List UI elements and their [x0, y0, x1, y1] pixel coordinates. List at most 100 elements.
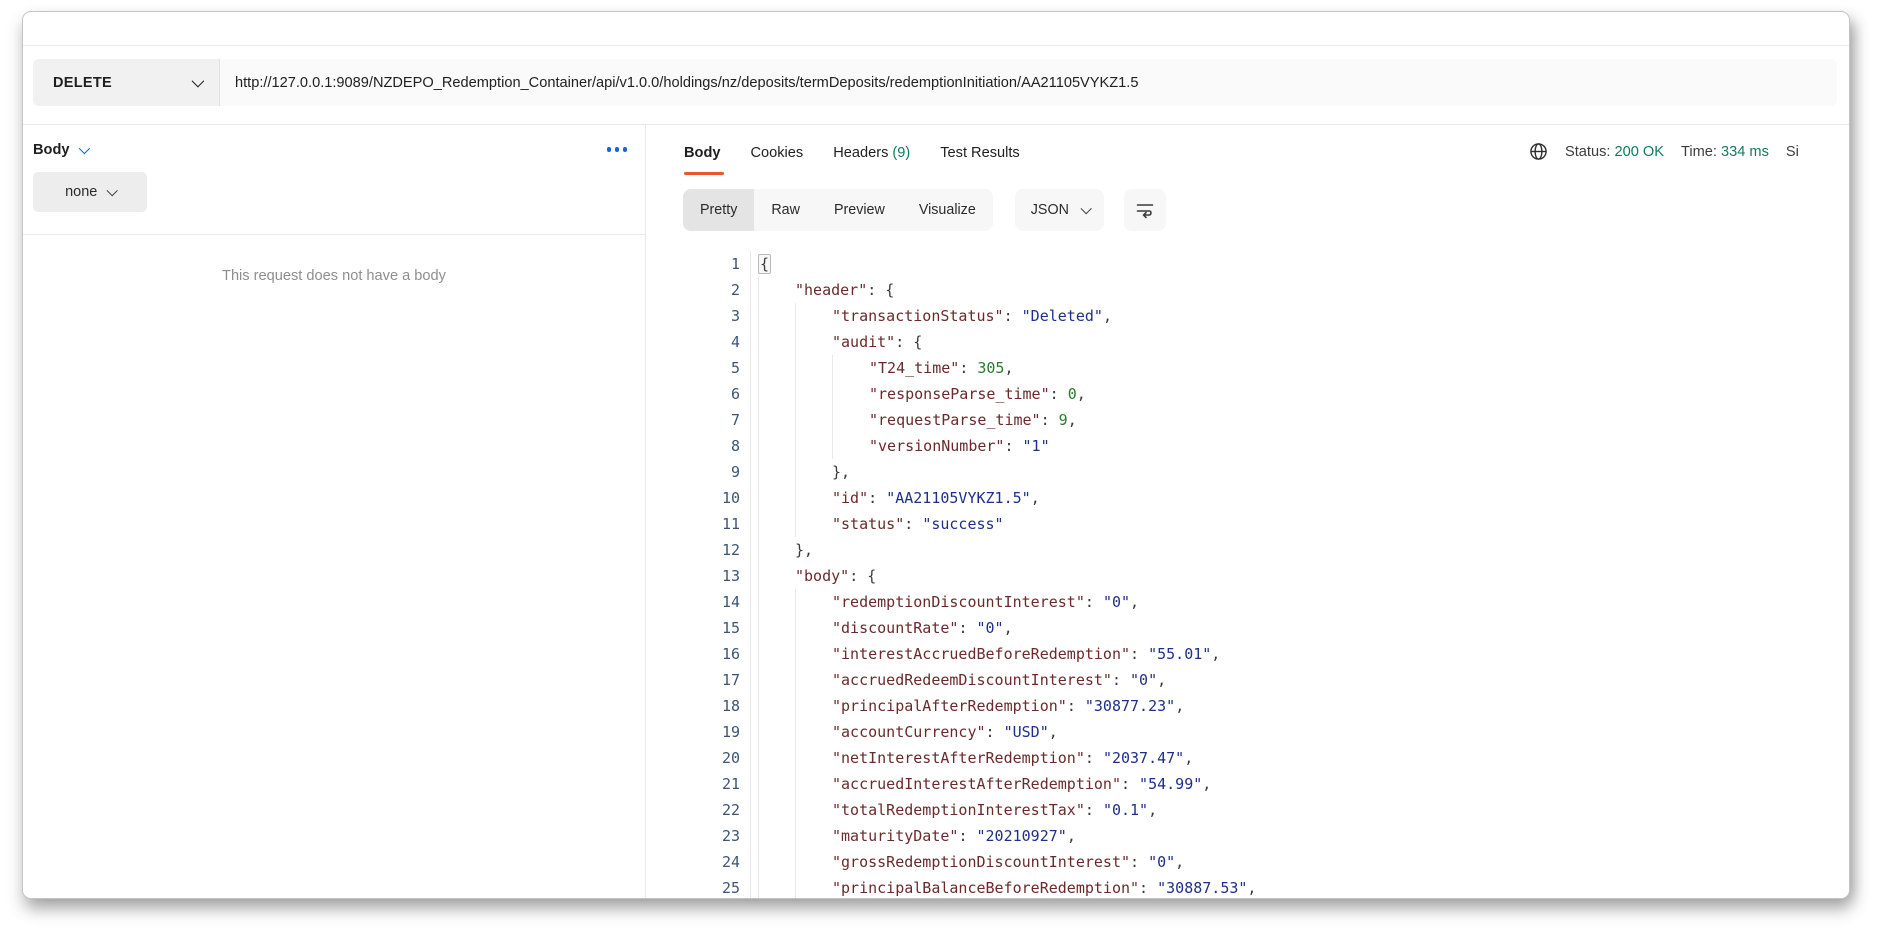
code-line: 25"principalBalanceBeforeRedemption": "3…: [646, 875, 1849, 898]
code-line: 24"grossRedemptionDiscountInterest": "0"…: [646, 849, 1849, 875]
indent-guide: [758, 277, 795, 303]
indent-guide: [795, 667, 832, 693]
code-line: 8"versionNumber": "1": [646, 433, 1849, 459]
code-line: 3"transactionStatus": "Deleted",: [646, 303, 1849, 329]
code-line: 17"accruedRedeemDiscountInterest": "0",: [646, 667, 1849, 693]
wrap-lines-button[interactable]: [1124, 189, 1166, 231]
line-number: 2: [646, 277, 751, 303]
view-pretty[interactable]: Pretty: [683, 189, 754, 231]
indent-guide: [758, 823, 795, 849]
chevron-down-icon: [107, 185, 118, 196]
line-number: 4: [646, 329, 751, 355]
tab-test-results[interactable]: Test Results: [940, 145, 1019, 175]
indent-guide: [795, 407, 832, 433]
line-number: 17: [646, 667, 751, 693]
line-number: 10: [646, 485, 751, 511]
time-indicator: Time: 334 ms: [1681, 144, 1769, 160]
code-line: 9},: [646, 459, 1849, 485]
code-line: 11"status": "success": [646, 511, 1849, 537]
indent-guide: [832, 407, 869, 433]
line-number: 23: [646, 823, 751, 849]
language-selector[interactable]: JSON: [1015, 189, 1105, 231]
indent-guide: [758, 407, 795, 433]
line-number: 12: [646, 537, 751, 563]
top-strip: [23, 12, 1849, 46]
indent-guide: [758, 511, 795, 537]
headers-count: (9): [892, 145, 910, 161]
view-raw[interactable]: Raw: [754, 189, 817, 231]
line-number: 1: [646, 251, 751, 277]
code-line: 7"requestParse_time": 9,: [646, 407, 1849, 433]
more-actions-icon[interactable]: [607, 147, 628, 152]
indent-guide: [758, 667, 795, 693]
chevron-down-icon: [1081, 203, 1092, 214]
line-number: 9: [646, 459, 751, 485]
indent-guide: [795, 303, 832, 329]
wrap-lines-icon: [1135, 201, 1155, 219]
response-panel: Body Cookies Headers(9) Test Results: [646, 125, 1849, 898]
view-mode-switcher: Pretty Raw Preview Visualize: [683, 189, 993, 231]
line-number: 18: [646, 693, 751, 719]
code-line: 13"body": {: [646, 563, 1849, 589]
indent-guide: [795, 719, 832, 745]
line-number: 19: [646, 719, 751, 745]
indent-guide: [758, 433, 795, 459]
indent-guide: [758, 355, 795, 381]
method-selector[interactable]: DELETE: [33, 59, 220, 106]
code-line: 16"interestAccruedBeforeRedemption": "55…: [646, 641, 1849, 667]
tab-headers[interactable]: Headers(9): [833, 145, 910, 175]
indent-guide: [758, 459, 795, 485]
indent-guide: [758, 875, 795, 898]
status-value: 200 OK: [1615, 144, 1665, 160]
view-visualize[interactable]: Visualize: [902, 189, 993, 231]
code-line: 10"id": "AA21105VYKZ1.5",: [646, 485, 1849, 511]
indent-guide: [758, 329, 795, 355]
url-input[interactable]: http://127.0.0.1:9089/NZDEPO_Redemption_…: [220, 59, 1837, 106]
empty-body-message: This request does not have a body: [23, 268, 645, 284]
indent-guide: [795, 875, 832, 898]
line-number: 6: [646, 381, 751, 407]
size-indicator-clipped: Si: [1786, 144, 1799, 160]
code-line: 4"audit": {: [646, 329, 1849, 355]
indent-guide: [758, 615, 795, 641]
view-preview[interactable]: Preview: [817, 189, 902, 231]
indent-guide: [758, 771, 795, 797]
indent-guide: [795, 485, 832, 511]
indent-guide: [758, 381, 795, 407]
line-number: 11: [646, 511, 751, 537]
status-indicator: Status: 200 OK: [1565, 144, 1664, 160]
tab-cookies[interactable]: Cookies: [750, 145, 803, 175]
edge-fade: [1807, 125, 1849, 187]
indent-guide: [758, 745, 795, 771]
line-number: 8: [646, 433, 751, 459]
code-line: 1{: [646, 251, 1849, 277]
indent-guide: [758, 641, 795, 667]
code-line: 15"discountRate": "0",: [646, 615, 1849, 641]
line-number: 14: [646, 589, 751, 615]
line-number: 25: [646, 875, 751, 898]
line-number: 24: [646, 849, 751, 875]
indent-guide: [758, 563, 795, 589]
tab-body[interactable]: Body: [684, 145, 720, 175]
indent-guide: [758, 589, 795, 615]
body-section-dropdown[interactable]: Body: [33, 142, 87, 158]
code-line: 18"principalAfterRedemption": "30877.23"…: [646, 693, 1849, 719]
indent-guide: [758, 719, 795, 745]
method-label: DELETE: [53, 75, 112, 91]
indent-guide: [795, 693, 832, 719]
chevron-down-icon: [192, 75, 205, 88]
response-meta: Status: 200 OK Time: 334 ms Si: [1529, 142, 1799, 161]
body-type-selector[interactable]: none: [33, 172, 147, 212]
indent-guide: [832, 433, 869, 459]
body-section-label: Body: [33, 142, 69, 158]
indent-guide: [795, 797, 832, 823]
globe-icon[interactable]: [1529, 142, 1548, 161]
indent-guide: [832, 355, 869, 381]
screenshot-root: { "request": { "method": "DELETE", "url"…: [0, 0, 1878, 934]
indent-guide: [795, 849, 832, 875]
indent-guide: [758, 537, 795, 563]
divider: [23, 234, 645, 235]
code-line: 21"accruedInterestAfterRedemption": "54.…: [646, 771, 1849, 797]
request-panel: Body none This request does not have a b…: [23, 125, 646, 898]
indent-guide: [795, 589, 832, 615]
